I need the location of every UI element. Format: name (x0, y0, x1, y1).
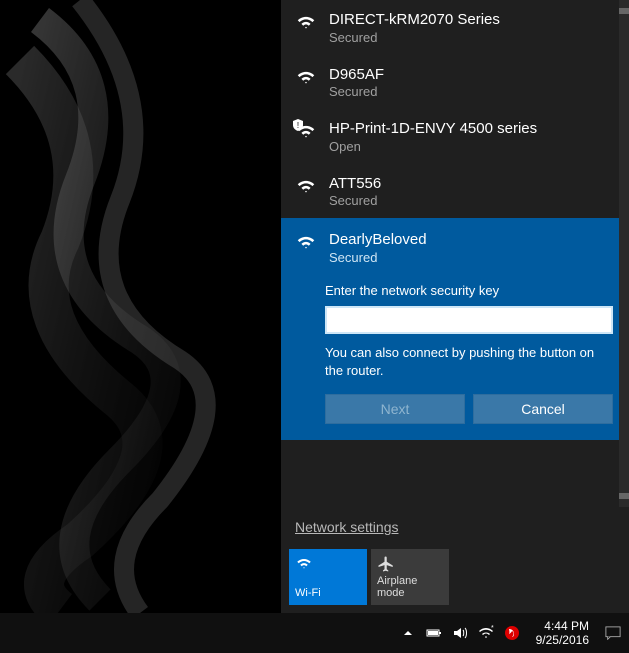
wifi-icon (295, 555, 313, 573)
next-button[interactable]: Next (325, 394, 465, 424)
clock-time: 4:44 PM (536, 619, 589, 633)
volume-icon[interactable] (452, 625, 468, 641)
taskbar: * 4:44 PM 9/25/2016 (0, 613, 629, 653)
scrollbar[interactable] (619, 0, 629, 507)
network-item[interactable]: D965AF Secured (281, 55, 629, 110)
network-name: HP-Print-1D-ENVY 4500 series (329, 119, 537, 139)
network-name: DearlyBeloved (329, 230, 427, 250)
wps-hint: You can also connect by pushing the butt… (325, 344, 613, 380)
network-item-selected[interactable]: DearlyBeloved Secured (281, 218, 629, 275)
wifi-tile[interactable]: Wi-Fi (289, 549, 367, 605)
network-status: Secured (329, 30, 500, 45)
network-settings-link[interactable]: Network settings (295, 519, 398, 535)
network-name: DIRECT-kRM2070 Series (329, 10, 500, 30)
network-status: Secured (329, 250, 427, 265)
password-prompt-area: Enter the network security key You can a… (281, 275, 629, 440)
svg-text:!: ! (297, 121, 299, 130)
network-item[interactable]: ATT556 Secured (281, 164, 629, 219)
wifi-flyout-panel: DIRECT-kRM2070 Series Secured D965AF Sec… (281, 0, 629, 613)
system-tray: * (400, 625, 520, 641)
taskbar-clock[interactable]: 4:44 PM 9/25/2016 (530, 619, 595, 648)
clock-date: 9/25/2016 (536, 633, 589, 647)
airplane-tile-label: Airplane mode (377, 575, 443, 599)
airplane-mode-tile[interactable]: Airplane mode (371, 549, 449, 605)
network-list: DIRECT-kRM2070 Series Secured D965AF Sec… (281, 0, 629, 507)
security-key-input[interactable] (325, 306, 613, 334)
battery-icon[interactable] (426, 625, 442, 641)
antivirus-icon[interactable] (504, 625, 520, 641)
wifi-icon (295, 67, 317, 89)
security-key-label: Enter the network security key (325, 283, 613, 298)
quick-action-tiles: Wi-Fi Airplane mode (281, 545, 629, 613)
network-status: Open (329, 139, 537, 154)
wifi-tile-label: Wi-Fi (295, 587, 361, 599)
network-name: D965AF (329, 65, 384, 85)
tray-chevron-icon[interactable] (400, 625, 416, 641)
wifi-shield-icon: ! (295, 121, 317, 143)
network-name: ATT556 (329, 174, 381, 194)
action-center-icon[interactable] (605, 625, 621, 641)
wifi-icon (295, 176, 317, 198)
network-status: Secured (329, 84, 384, 99)
airplane-icon (377, 555, 395, 573)
wifi-icon (295, 12, 317, 34)
network-status: Secured (329, 193, 381, 208)
cancel-button[interactable]: Cancel (473, 394, 613, 424)
network-settings-link-row: Network settings (281, 507, 629, 545)
network-item[interactable]: ! HP-Print-1D-ENVY 4500 series Open (281, 109, 629, 164)
wifi-icon (295, 232, 317, 254)
wifi-tray-icon[interactable]: * (478, 625, 494, 641)
svg-text:*: * (491, 625, 494, 632)
wallpaper-smoke (0, 0, 280, 613)
network-item[interactable]: DIRECT-kRM2070 Series Secured (281, 0, 629, 55)
